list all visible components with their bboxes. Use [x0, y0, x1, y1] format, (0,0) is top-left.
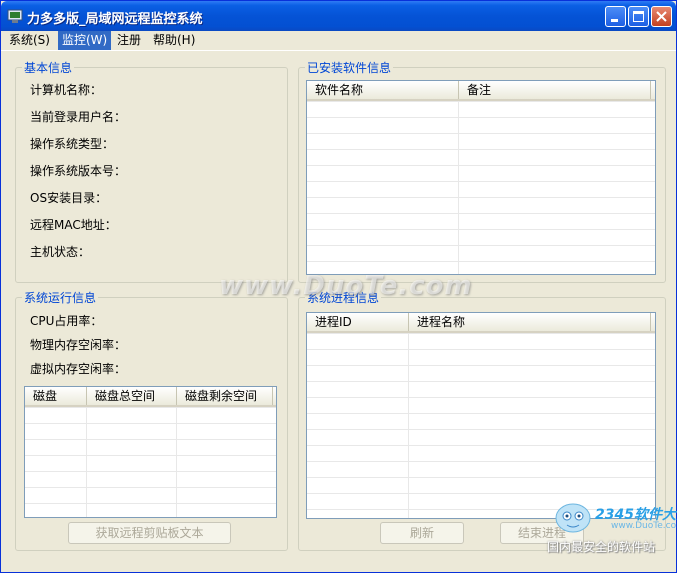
title-bar[interactable]: 力多多版_局域网远程监控系统 [1, 1, 676, 31]
column-divider [176, 407, 177, 517]
column-software-name[interactable]: 软件名称 [307, 81, 459, 99]
column-divider [86, 407, 87, 517]
logo-2345: 2345软件大全 www.DuoTe.com 国内最安全的软件站 [539, 494, 677, 558]
maximize-icon [633, 11, 644, 22]
menu-help[interactable]: 帮助(H) [149, 31, 199, 50]
minimize-button[interactable] [605, 6, 626, 27]
remote-mac-label: 远程MAC地址： [30, 218, 117, 232]
process-list-grid [307, 333, 655, 518]
os-version-label: 操作系统版本号： [30, 164, 127, 178]
software-list[interactable]: 软件名称 备注 [306, 80, 656, 275]
refresh-button[interactable]: 刷新 [380, 522, 464, 544]
column-divider [458, 101, 459, 274]
installed-software-title: 已安装软件信息 [307, 61, 392, 75]
minimize-icon [611, 19, 618, 22]
runtime-info-title: 系统运行信息 [24, 291, 97, 305]
column-disk-total[interactable]: 磁盘总空间 [87, 387, 177, 405]
os-install-dir-label: OS安装目录： [30, 191, 108, 205]
column-disk-free[interactable]: 磁盘剩余空间 [177, 387, 273, 405]
menu-monitor[interactable]: 监控(W) [58, 31, 112, 50]
window-title: 力多多版_局域网远程监控系统 [27, 12, 203, 27]
process-list[interactable]: 进程ID 进程名称 [306, 312, 656, 519]
menu-bar: 系统(S) 监控(W) 注册 帮助(H) [1, 31, 676, 51]
get-clipboard-button[interactable]: 获取远程剪贴板文本 [68, 522, 231, 544]
column-disk[interactable]: 磁盘 [25, 387, 87, 405]
maximize-button[interactable] [628, 6, 649, 27]
host-status-label: 主机状态： [30, 245, 91, 259]
column-remark[interactable]: 备注 [459, 81, 651, 99]
virtual-memory-label: 虚拟内存空闲率： [30, 362, 127, 376]
software-list-header: 软件名称 备注 [307, 81, 655, 101]
duote-watermark: www.DuoTe.com [219, 271, 473, 301]
mascot-icon [555, 503, 591, 533]
column-divider [408, 333, 409, 518]
software-list-grid [307, 101, 655, 274]
column-process-name[interactable]: 进程名称 [409, 313, 651, 331]
process-list-header: 进程ID 进程名称 [307, 313, 655, 333]
basic-info-title: 基本信息 [24, 61, 73, 75]
disk-list-header: 磁盘 磁盘总空间 磁盘剩余空间 [25, 387, 276, 407]
login-user-label: 当前登录用户名： [30, 110, 127, 124]
disk-list-grid [25, 407, 276, 517]
disk-list[interactable]: 磁盘 磁盘总空间 磁盘剩余空间 [24, 386, 277, 518]
close-button[interactable] [651, 6, 672, 27]
os-type-label: 操作系统类型： [30, 137, 115, 151]
app-monitor-icon [7, 9, 23, 23]
logo-url: www.DuoTe.com [611, 521, 677, 531]
close-icon [656, 11, 667, 22]
app-window: 力多多版_局域网远程监控系统 系统(S) 监控(W) 注册 帮助(H) 基本信息… [0, 0, 677, 573]
menu-register[interactable]: 注册 [113, 31, 145, 50]
column-process-id[interactable]: 进程ID [307, 313, 409, 331]
computer-name-label: 计算机名称： [30, 83, 103, 97]
physical-memory-label: 物理内存空闲率： [30, 338, 127, 352]
logo-slogan: 国内最安全的软件站 [547, 540, 656, 554]
cpu-usage-label: CPU占用率： [30, 314, 103, 328]
menu-system[interactable]: 系统(S) [5, 31, 54, 50]
